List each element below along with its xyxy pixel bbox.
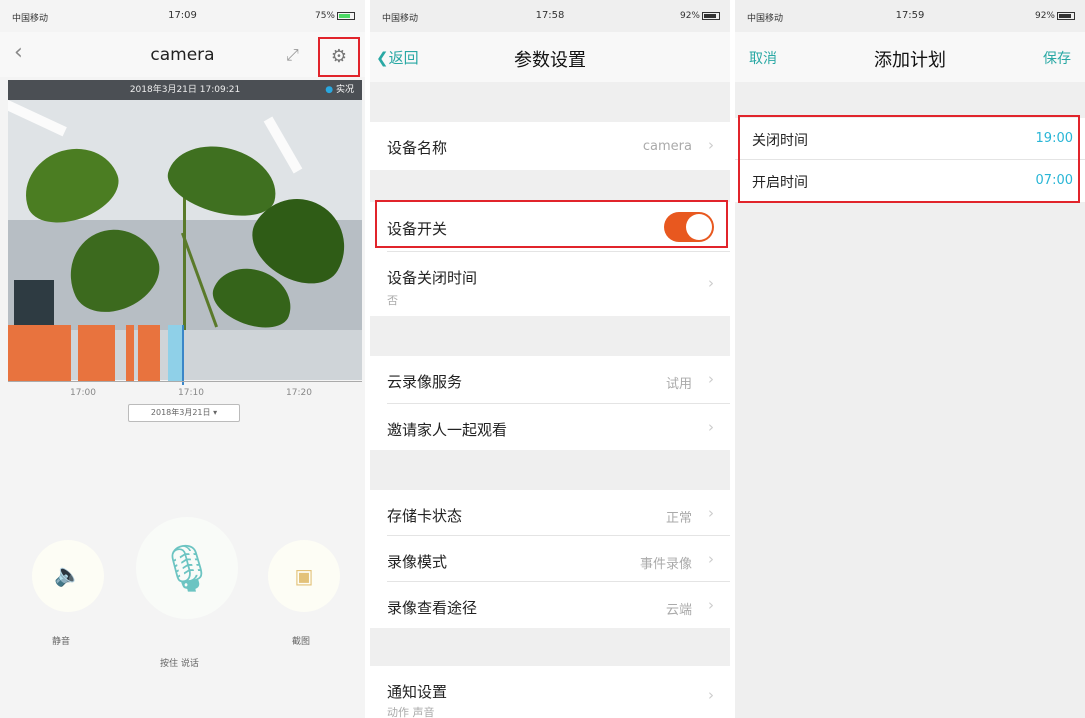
status-time: 17:58 [535,10,565,21]
live-label: 实况 [335,85,354,95]
highlight-frame [738,115,1080,203]
timeline-cursor[interactable] [182,325,184,385]
recording-segment [126,325,134,381]
status-time: 17:09 [168,10,197,21]
chevron-right-icon: › [708,136,714,154]
row-cloud-recording[interactable]: 云录像服务 试用 › [370,356,730,404]
row-label: 通知设置 [387,683,448,701]
save-button[interactable]: 保存 [1043,48,1071,68]
row-value: 事件录像 [639,557,692,572]
row-device-name[interactable]: 设备名称 camera › [370,122,730,170]
recording-segment [78,325,115,381]
row-label: 存储卡状态 [387,507,463,525]
fullscreen-expand-icon[interactable]: ⤢ [286,45,299,65]
row-value: 试用 [665,377,692,392]
battery-percent: 75% [314,11,335,21]
status-time: 17:59 [895,10,925,21]
video-timestamp: 2018年3月21日 17:09:21 [8,80,362,100]
timeline-tick: 17:00 [70,388,96,398]
row-value: camera [642,139,692,154]
page-title: 参数设置 [514,50,586,71]
row-label: 录像模式 [387,553,448,571]
chevron-right-icon: › [708,596,714,614]
status-bar: 中国移动 17:58 92% [370,0,730,32]
recording-timeline[interactable] [8,325,362,385]
screenshot-icon[interactable]: ▣ [268,540,340,612]
row-label: 录像查看途径 [387,599,478,617]
row-value: 云端 [665,603,692,618]
row-label: 邀请家人一起观看 [387,421,508,439]
current-segment [168,325,183,381]
dropdown-arrow-icon: ▾ [213,408,218,417]
page-title: 添加计划 [874,50,946,71]
row-subtitle: 否 [387,294,398,307]
chevron-right-icon: › [708,370,714,388]
row-subtitle: 动作 声音 [387,706,435,718]
microphone-icon[interactable]: 🎙 [136,517,238,619]
row-recording-mode[interactable]: 录像模式 事件录像 › [370,536,730,582]
battery-indicator: 92% [1035,11,1075,21]
chevron-right-icon: › [708,504,714,522]
row-invite-family[interactable]: 邀请家人一起观看 › [370,404,730,450]
battery-icon [337,11,355,20]
highlight-frame [375,200,728,248]
row-notification-settings[interactable]: 通知设置 动作 声音 › [370,666,730,718]
date-label: 2018年3月21日 [150,408,211,417]
date-picker[interactable]: 2018年3月21日 ▾ [128,404,240,422]
live-indicator: ● 实况 [325,85,354,95]
row-recording-path[interactable]: 录像查看途径 云端 › [370,582,730,628]
timeline-tick: 17:10 [178,388,204,398]
mute-label: 静音 [52,637,71,647]
status-bar: 中国移动 17:59 92% [735,0,1085,32]
camera-live-screen: 中国移动 17:09 75% ‹ camera ⤢ ⚙ 2018年3月21日 1… [0,0,365,718]
battery-indicator: 75% [315,11,355,21]
row-label: 云录像服务 [387,373,463,391]
recording-segment [8,325,71,381]
battery-indicator: 92% [680,11,720,21]
chevron-right-icon: › [708,418,714,436]
chevron-right-icon: › [708,274,714,292]
nav-bar: ‹ camera ⤢ ⚙ [0,32,365,77]
timeline-tick: 17:20 [286,388,312,398]
video-shelf [14,280,54,330]
row-label: 设备名称 [387,139,448,157]
row-sd-card-status[interactable]: 存储卡状态 正常 › [370,490,730,536]
battery-icon [1057,11,1075,20]
recording-segment [138,325,160,381]
timeline-axis [8,381,362,382]
battery-percent: 92% [679,11,700,21]
chevron-right-icon: › [708,686,714,704]
row-off-time[interactable]: 设备关闭时间 否 › [370,252,730,316]
screenshot-label: 截图 [292,637,311,647]
add-schedule-screen: 中国移动 17:59 92% 取消 添加计划 保存 关闭时间 19:00 开启时… [735,0,1085,718]
plant-stem [183,190,186,330]
settings-gear-icon[interactable]: ⚙ [318,37,360,77]
status-bar: 中国移动 17:09 75% [0,0,365,32]
chevron-right-icon: › [708,550,714,568]
row-value: 正常 [665,511,692,526]
settings-screen: 中国移动 17:58 92% ❮返回 参数设置 设备名称 camera › 设备… [370,0,730,718]
mute-speaker-icon[interactable]: 🔈 [32,540,104,612]
talk-label: 按住 说话 [160,659,199,669]
battery-icon [702,11,720,20]
battery-percent: 92% [1034,11,1055,21]
nav-bar: ❮返回 参数设置 [370,32,730,82]
row-label: 设备关闭时间 [387,269,478,287]
page-title: camera [150,45,215,65]
nav-bar: 取消 添加计划 保存 [735,32,1085,82]
